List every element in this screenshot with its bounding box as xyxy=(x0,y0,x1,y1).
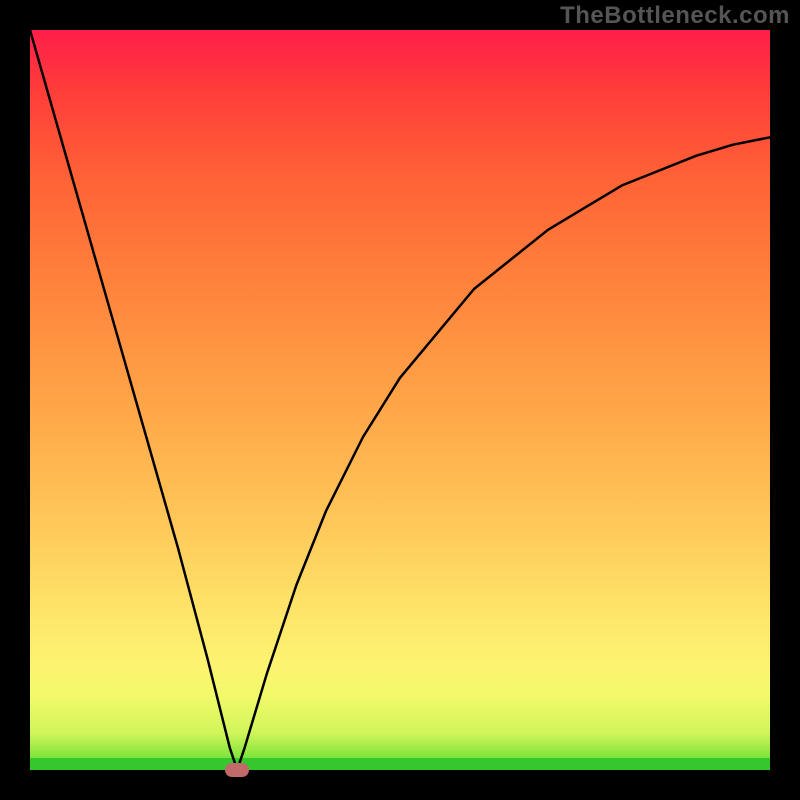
minimum-marker xyxy=(225,763,249,777)
plot-frame xyxy=(30,30,770,770)
chart-container: TheBottleneck.com xyxy=(0,0,800,800)
watermark-text: TheBottleneck.com xyxy=(560,2,790,30)
plot-gradient-background xyxy=(30,30,770,770)
baseline-green-band xyxy=(30,758,770,770)
